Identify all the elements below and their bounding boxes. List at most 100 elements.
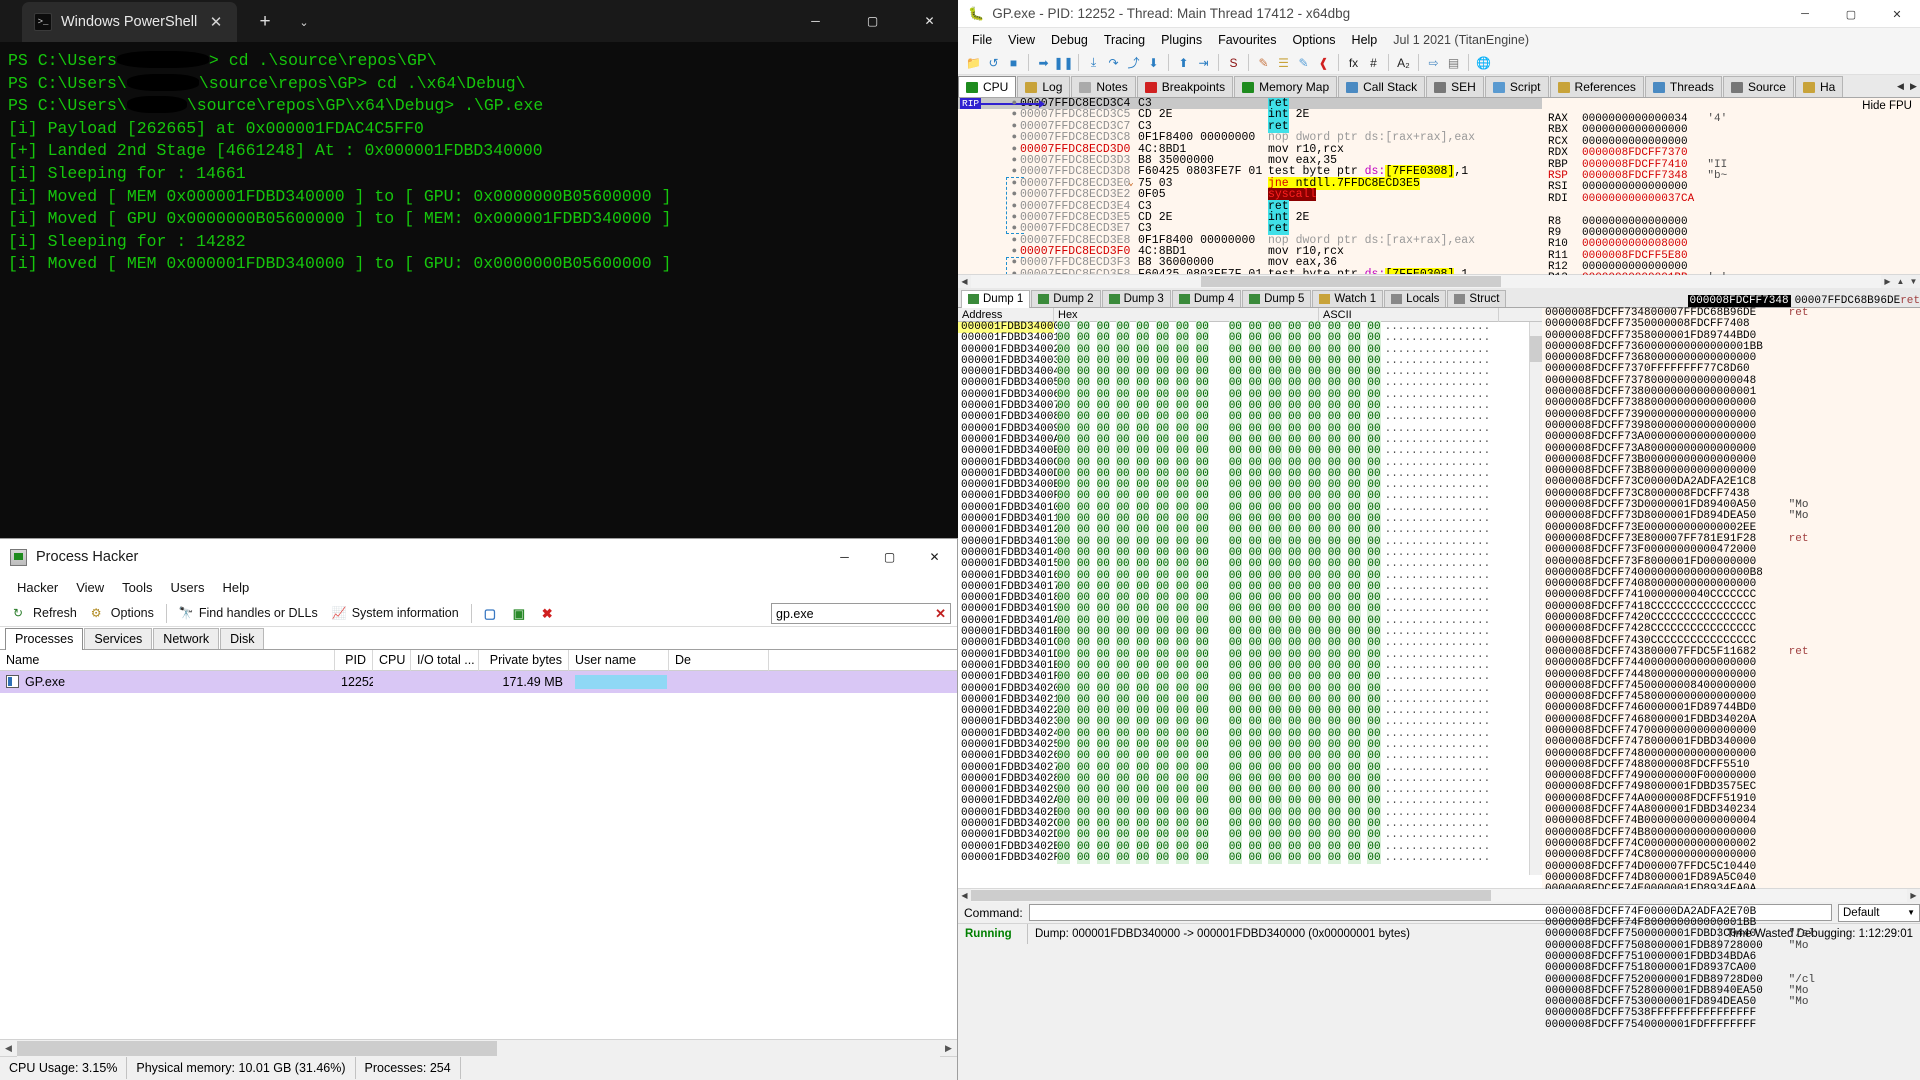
close-button[interactable]: ✕	[912, 539, 957, 575]
stack-rows[interactable]: 0000008FDCFF734800007FFDC68B96DEret00000…	[1542, 308, 1920, 1031]
register-row[interactable]: RDI000000000000037CA	[1542, 194, 1920, 205]
menu-help[interactable]: Help	[1344, 31, 1386, 49]
disasm-row[interactable]: ●00007FFDC8ECD3F8F60425 0803FE7F 01test …	[958, 269, 1542, 274]
breakpoint-dot[interactable]: ●	[958, 212, 1020, 223]
minimize-button[interactable]: ─	[1782, 0, 1828, 28]
hscroll-thumb[interactable]	[17, 1041, 497, 1056]
dump-row[interactable]: 000001FDBD34008000 00 00 00 00 00 00 00 …	[958, 412, 1542, 423]
breakpoint-dot[interactable]: ●	[958, 235, 1020, 246]
process-list[interactable]: GP.exe12252171.49 MB	[0, 671, 957, 1039]
dump-tab-dump-3[interactable]: Dump 3	[1102, 290, 1171, 307]
scroll-left-icon[interactable]: ◀	[0, 1040, 17, 1057]
breakpoint-dot[interactable]: ●	[958, 121, 1020, 132]
hide-fpu-button[interactable]: Hide FPU	[1862, 100, 1912, 112]
breakpoint-dot[interactable]: ●	[958, 98, 1020, 109]
scroll-left-icon[interactable]: ◀	[958, 889, 971, 902]
scroll-right-icon[interactable]: ▶	[940, 1040, 957, 1057]
maximize-button[interactable]: ▢	[867, 539, 912, 575]
dump-row[interactable]: 000001FDBD34012000 00 00 00 00 00 00 00 …	[958, 525, 1542, 536]
tab-source[interactable]: Source	[1723, 76, 1794, 97]
text-icon[interactable]: A₂	[1395, 54, 1412, 71]
breakpoint-dot[interactable]: ●	[958, 144, 1020, 155]
column-header-i-o-total-[interactable]: I/O total ...	[411, 650, 479, 671]
dump-column-hex[interactable]: Hex	[1054, 308, 1319, 322]
breakpoint-dot[interactable]: ●	[958, 155, 1020, 166]
window-close-button[interactable]: ✕	[901, 0, 958, 42]
stack-row[interactable]: 0000008FDCFF73D8000001FD894DEA50"Mo	[1542, 511, 1920, 522]
breakpoint-dot[interactable]: ●	[958, 269, 1020, 274]
menu-users[interactable]: Users	[162, 577, 214, 598]
hash-icon[interactable]: #	[1365, 54, 1382, 71]
stop-icon[interactable]: ■	[1005, 54, 1022, 71]
breakpoint-dot[interactable]: ●	[958, 166, 1020, 177]
step-out-icon[interactable]: ⤴	[1125, 54, 1142, 71]
dump-tab-dump-1[interactable]: Dump 1	[961, 290, 1030, 308]
toolbar-system-information[interactable]: 📈System information	[325, 604, 466, 623]
dump-row[interactable]: 000001FDBD34015000 00 00 00 00 00 00 00 …	[958, 559, 1542, 570]
dump-tab-struct[interactable]: Struct	[1447, 290, 1506, 307]
column-header-pid[interactable]: PID	[335, 650, 373, 671]
registers-view[interactable]: Hide FPU RAX0000000000000034 '4'RBX00000…	[1542, 98, 1920, 274]
patch-icon[interactable]: ✎	[1295, 54, 1312, 71]
powershell-console-output[interactable]: PS C:\Users> cd .\source\repos\GP\PS C:\…	[0, 42, 958, 276]
dump-row[interactable]: 000001FDBD34026000 00 00 00 00 00 00 00 …	[958, 751, 1542, 762]
disasm-row[interactable]: ●00007FFDC8ECD3E20F05syscall	[958, 189, 1542, 200]
clear-search-icon[interactable]: ✕	[935, 606, 946, 622]
dump-tab-dump-2[interactable]: Dump 2	[1031, 290, 1100, 307]
memory-dump-view[interactable]: AddressHexASCII 000001FDBD34000000 00 00…	[958, 308, 1542, 888]
stack-row[interactable]: 0000008FDCFF7478000001FDBD340000	[1542, 737, 1920, 748]
menu-favourites[interactable]: Favourites	[1210, 31, 1284, 49]
run-to-user-icon[interactable]: ⇥	[1195, 54, 1212, 71]
toolbar-terminate[interactable]: ✖	[535, 604, 564, 623]
column-header-private-bytes[interactable]: Private bytes	[479, 650, 569, 671]
step-down-icon[interactable]: ⬇	[1145, 54, 1162, 71]
dump-row[interactable]: 000001FDBD3401C000 00 00 00 00 00 00 00 …	[958, 638, 1542, 649]
menu-hacker[interactable]: Hacker	[8, 577, 67, 598]
close-button[interactable]: ✕	[1874, 0, 1920, 28]
tab-disk[interactable]: Disk	[220, 628, 264, 649]
breakpoint-dot[interactable]: ●	[958, 223, 1020, 234]
menu-options[interactable]: Options	[1284, 31, 1343, 49]
tab-references[interactable]: References	[1550, 76, 1644, 97]
column-header-user-name[interactable]: User name	[569, 650, 669, 671]
dump-row[interactable]: 000001FDBD34023000 00 00 00 00 00 00 00 …	[958, 717, 1542, 728]
dump-tab-locals[interactable]: Locals	[1384, 290, 1446, 307]
breakpoint-dot[interactable]: ●	[958, 178, 1020, 189]
dump-hscrollbar[interactable]: ◀ ▶	[958, 888, 1920, 901]
breakpoint-dot[interactable]: ●	[958, 132, 1020, 143]
breakpoint-dot[interactable]: ●	[958, 189, 1020, 200]
tab-memory-map[interactable]: Memory Map	[1234, 76, 1337, 97]
column-header-cpu[interactable]: CPU	[373, 650, 411, 671]
dump-row[interactable]: 000001FDBD3400B000 00 00 00 00 00 00 00 …	[958, 446, 1542, 457]
toolbar-window-arrow[interactable]: ▣	[506, 604, 535, 623]
tab-network[interactable]: Network	[153, 628, 219, 649]
stack-row[interactable]: 0000008FDCFF74C80000000000000000	[1542, 850, 1920, 861]
tab-processes[interactable]: Processes	[5, 628, 83, 650]
hscroll-track[interactable]	[17, 1040, 940, 1057]
menu-view[interactable]: View	[67, 577, 113, 598]
stack-row[interactable]: 0000008FDCFF73880000000000000000	[1542, 398, 1920, 409]
dump-row[interactable]: 000001FDBD3402F000 00 00 00 00 00 00 00 …	[958, 853, 1542, 864]
export-icon[interactable]: ⇨	[1425, 54, 1442, 71]
search-box[interactable]: gp.exe ✕	[771, 603, 951, 624]
menu-help[interactable]: Help	[213, 577, 258, 598]
dump-column-ascii[interactable]: ASCII	[1319, 308, 1499, 322]
calculator-icon[interactable]: ▤	[1445, 54, 1462, 71]
dump-row[interactable]: 000001FDBD3401F000 00 00 00 00 00 00 00 …	[958, 672, 1542, 683]
step-into-icon[interactable]: ⤓	[1085, 54, 1102, 71]
open-file-icon[interactable]: 📁	[965, 54, 982, 71]
process-list-hscrollbar[interactable]: ◀ ▶	[0, 1039, 957, 1056]
tab-script[interactable]: Script	[1485, 76, 1549, 97]
run-icon[interactable]: ➡	[1035, 54, 1052, 71]
stack-row[interactable]: 0000008FDCFF73A00000000000000000	[1542, 432, 1920, 443]
dump-rows[interactable]: 000001FDBD34000000 00 00 00 00 00 00 00 …	[958, 322, 1542, 864]
dump-row[interactable]: 000001FDBD3402D000 00 00 00 00 00 00 00 …	[958, 830, 1542, 841]
maximize-button[interactable]: ▢	[844, 0, 901, 42]
minimize-button[interactable]: ─	[787, 0, 844, 42]
dump-tab-dump-4[interactable]: Dump 4	[1172, 290, 1241, 307]
hscroll-thumb[interactable]	[1201, 276, 1501, 287]
tab-cpu[interactable]: CPU	[958, 76, 1016, 98]
globe-icon[interactable]: 🌐	[1475, 54, 1492, 71]
tab-services[interactable]: Services	[84, 628, 152, 649]
minimize-button[interactable]: ─	[822, 539, 867, 575]
